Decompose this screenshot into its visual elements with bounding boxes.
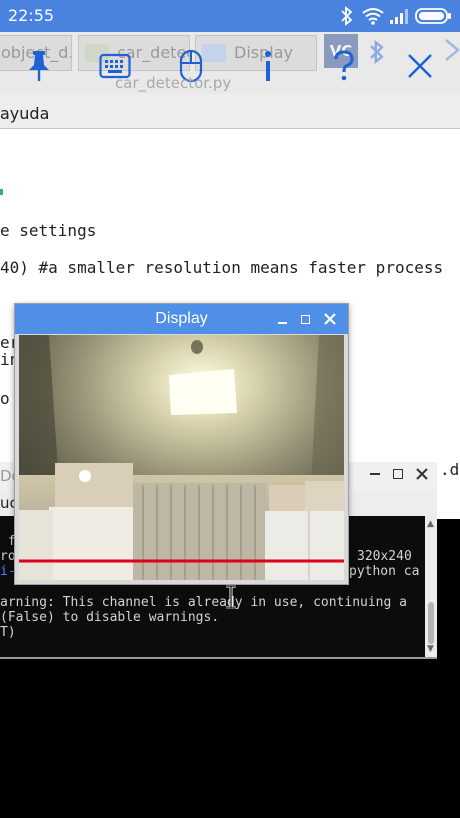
bluetooth-icon	[341, 6, 353, 26]
code-line: 40) #a smaller resolution means faster p…	[0, 258, 444, 277]
terminal-line: T)	[0, 625, 16, 640]
close-icon	[408, 54, 432, 78]
status-bar: 22:55	[0, 0, 460, 32]
terminal-line-right: 320x240	[357, 549, 412, 564]
help-icon	[334, 50, 354, 81]
info-icon	[265, 51, 271, 81]
display-titlebar[interactable]: Display	[15, 304, 348, 334]
code-line: o	[0, 389, 10, 408]
hover-window-title: car_detector.py	[115, 74, 232, 92]
code-fragment: .de	[440, 460, 460, 479]
terminal-close-icon[interactable]	[416, 468, 428, 480]
code-line: e settings	[0, 221, 97, 240]
display-title: Display	[155, 310, 208, 327]
bluetooth-tray-icon[interactable]	[368, 40, 386, 64]
display-window[interactable]: Display	[14, 303, 349, 585]
signal-icon	[390, 9, 408, 24]
display-maximize-icon[interactable]	[301, 315, 310, 324]
help-button[interactable]	[322, 44, 366, 88]
terminal-bottom-border	[0, 657, 437, 659]
scroll-down-icon[interactable]: ▼	[427, 644, 434, 654]
close-toolbar-button[interactable]	[398, 44, 442, 88]
scroll-up-icon[interactable]: ▲	[427, 519, 434, 529]
terminal-line: arning: This channel is already in use, …	[0, 595, 407, 610]
info-button[interactable]	[246, 44, 290, 88]
camera-feed	[19, 335, 344, 580]
tracked-point	[79, 470, 91, 482]
editor-menubar	[0, 94, 460, 129]
extra-toolbar-icon[interactable]	[444, 38, 460, 62]
cursor-marker	[0, 189, 3, 195]
display-minimize-icon[interactable]	[278, 322, 287, 324]
maximize-icon[interactable]	[393, 469, 403, 479]
wifi-icon	[362, 8, 384, 25]
menu-help[interactable]: ayuda	[0, 104, 49, 123]
scroll-thumb[interactable]	[428, 602, 434, 644]
text-cursor-icon	[226, 585, 236, 609]
display-close-icon[interactable]	[324, 313, 336, 325]
pin-icon	[29, 51, 49, 81]
battery-icon	[415, 8, 451, 24]
terminal-scrollbar[interactable]: ▲ ▼	[425, 516, 437, 657]
pin-button[interactable]	[17, 44, 61, 88]
minimize-icon[interactable]	[370, 473, 380, 475]
camera-frame-image	[19, 335, 344, 580]
terminal-line-right: python ca	[349, 564, 420, 579]
terminal-line: (False) to disable warnings.	[0, 610, 220, 625]
clock: 22:55	[8, 6, 55, 25]
